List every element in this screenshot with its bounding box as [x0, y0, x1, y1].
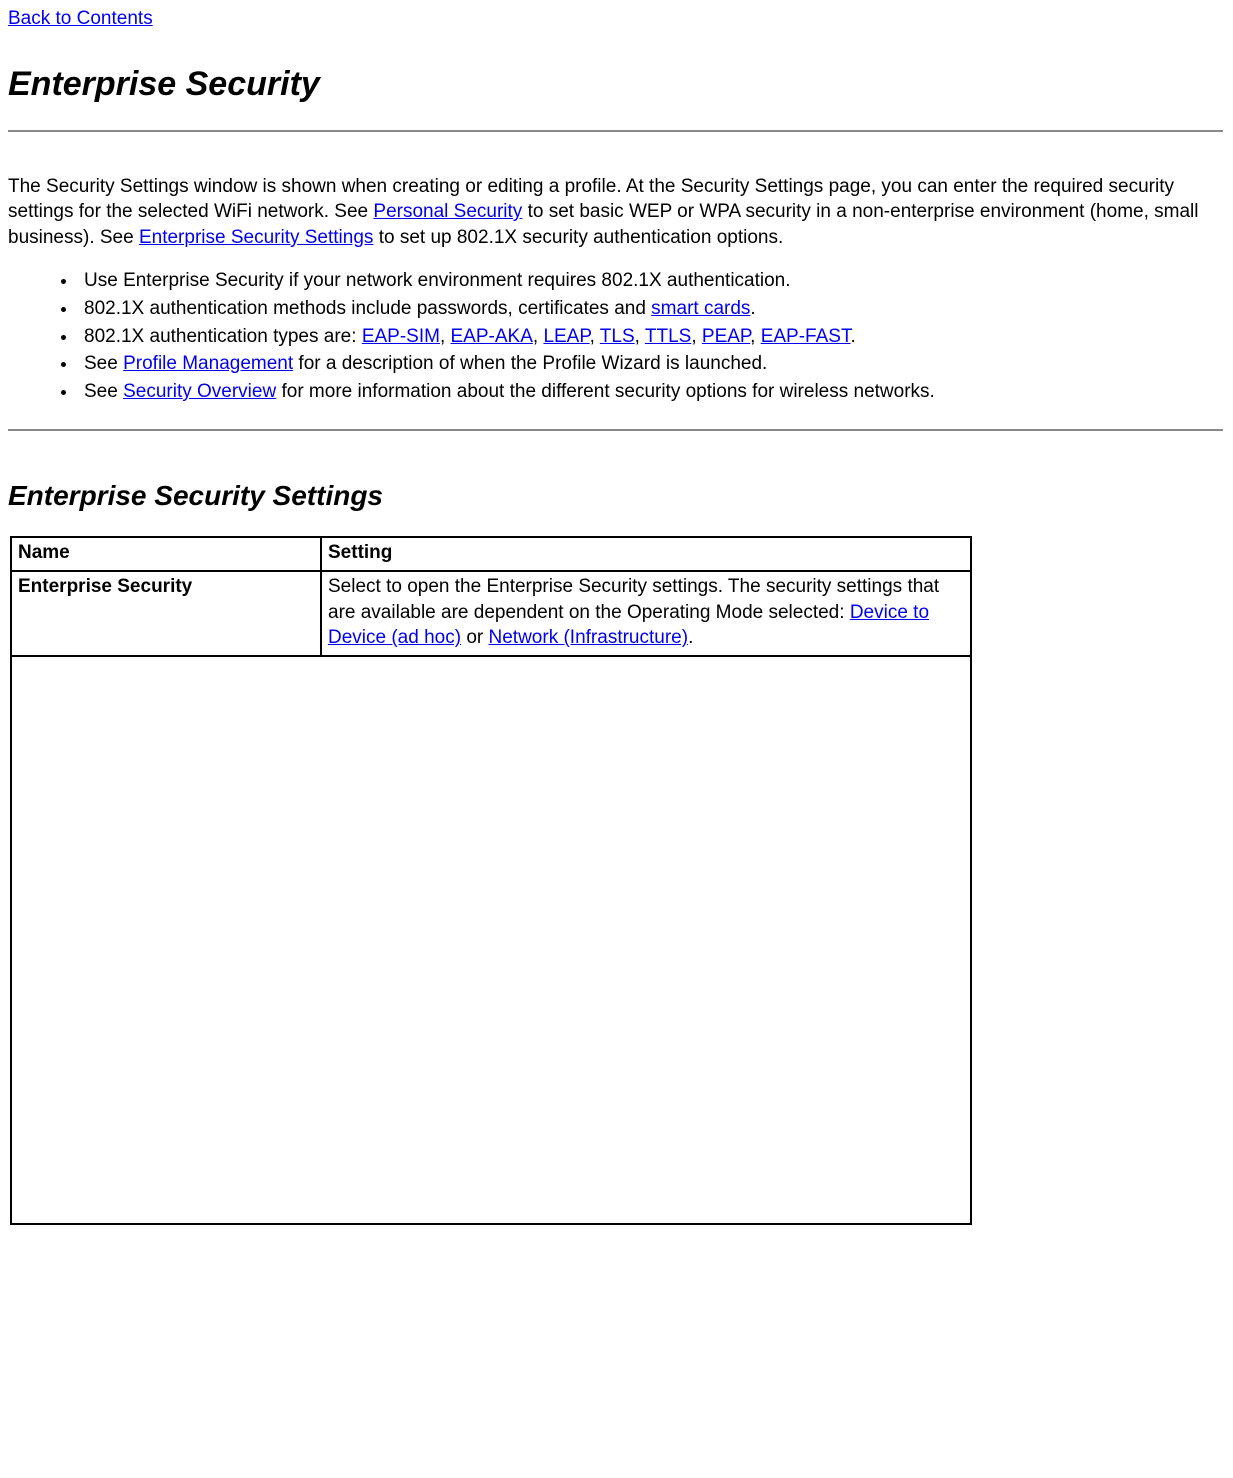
bullet-text: for more information about the different…	[276, 381, 935, 402]
tls-link[interactable]: TLS	[600, 326, 635, 347]
sep: ,	[635, 326, 645, 347]
eap-aka-link[interactable]: EAP-AKA	[451, 326, 533, 347]
list-item: 802.1X authentication methods include pa…	[78, 296, 1223, 322]
back-to-contents-link[interactable]: Back to Contents	[8, 8, 153, 29]
intro-paragraph: The Security Settings window is shown wh…	[8, 174, 1223, 251]
sep: ,	[750, 326, 761, 347]
bullet-text: See	[84, 381, 123, 402]
bullet-text: Use Enterprise Security if your network …	[84, 270, 791, 291]
column-header-setting: Setting	[321, 537, 971, 571]
page-title: Enterprise Security	[8, 62, 1223, 108]
feature-list: Use Enterprise Security if your network …	[8, 268, 1223, 404]
smart-cards-link[interactable]: smart cards	[651, 298, 750, 319]
column-header-name: Name	[11, 537, 321, 571]
divider-bottom	[8, 429, 1223, 431]
list-item: 802.1X authentication types are: EAP-SIM…	[78, 324, 1223, 350]
setting-text: .	[688, 627, 693, 648]
sep: ,	[533, 326, 544, 347]
network-infrastructure-link[interactable]: Network (Infrastructure)	[489, 627, 689, 648]
leap-link[interactable]: LEAP	[543, 326, 589, 347]
setting-name-cell: Enterprise Security	[11, 571, 321, 656]
list-item: See Security Overview for more informati…	[78, 379, 1223, 405]
bullet-text: See	[84, 353, 123, 374]
setting-text: Select to open the Enterprise Security s…	[328, 576, 939, 623]
section-title: Enterprise Security Settings	[8, 477, 1223, 515]
sep: ,	[691, 326, 702, 347]
bullet-text: for a description of when the Profile Wi…	[293, 353, 767, 374]
profile-management-link[interactable]: Profile Management	[123, 353, 293, 374]
setting-value-cell: Select to open the Enterprise Security s…	[321, 571, 971, 656]
security-overview-link[interactable]: Security Overview	[123, 381, 276, 402]
empty-cell	[11, 656, 971, 1224]
ttls-link[interactable]: TTLS	[645, 326, 691, 347]
setting-text: or	[461, 627, 488, 648]
enterprise-security-settings-link[interactable]: Enterprise Security Settings	[139, 227, 373, 248]
table-row	[11, 656, 971, 1224]
eap-sim-link[interactable]: EAP-SIM	[362, 326, 440, 347]
eap-fast-link[interactable]: EAP-FAST	[761, 326, 851, 347]
sep: ,	[440, 326, 451, 347]
bullet-text: .	[750, 298, 755, 319]
bullet-text: 802.1X authentication types are:	[84, 326, 362, 347]
table-header-row: Name Setting	[11, 537, 971, 571]
list-item: See Profile Management for a description…	[78, 351, 1223, 377]
table-row: Enterprise Security Select to open the E…	[11, 571, 971, 656]
peap-link[interactable]: PEAP	[702, 326, 750, 347]
bullet-text: 802.1X authentication methods include pa…	[84, 298, 651, 319]
sep: ,	[590, 326, 600, 347]
bullet-text: .	[850, 326, 855, 347]
settings-table: Name Setting Enterprise Security Select …	[10, 536, 972, 1225]
divider-top	[8, 130, 1223, 132]
list-item: Use Enterprise Security if your network …	[78, 268, 1223, 294]
personal-security-link[interactable]: Personal Security	[373, 201, 522, 222]
intro-text-3: to set up 802.1X security authentication…	[373, 227, 783, 248]
